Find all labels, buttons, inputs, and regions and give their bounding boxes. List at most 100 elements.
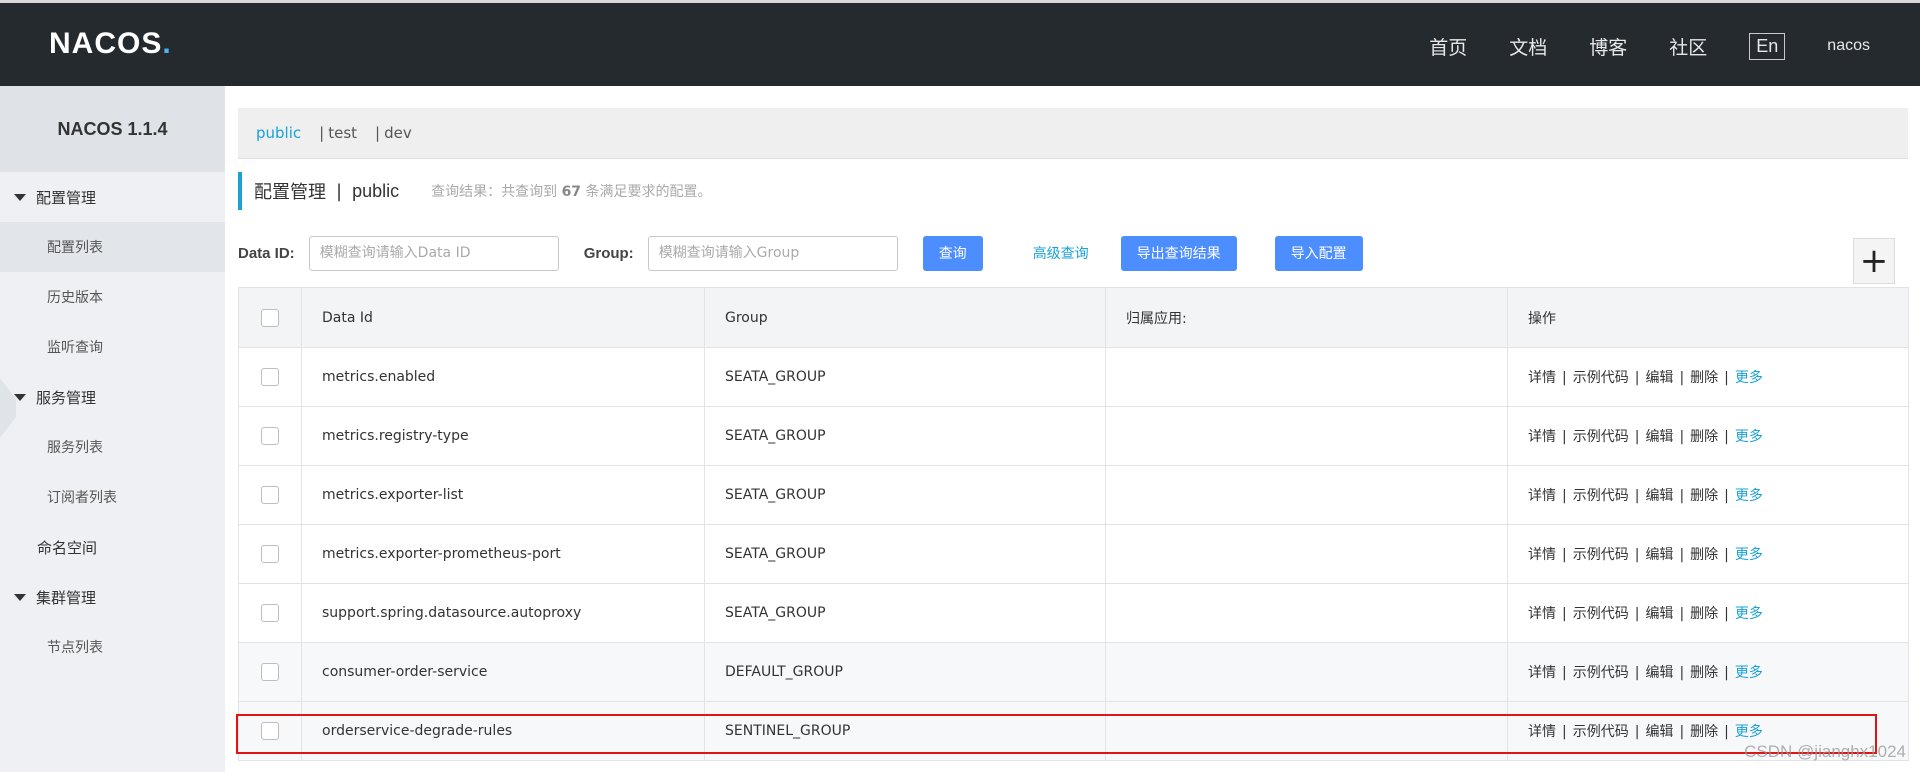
op-delete-link[interactable]: 删除 bbox=[1690, 488, 1718, 504]
row-checkbox[interactable] bbox=[261, 604, 279, 622]
sidebar-title: NACOS 1.1.4 bbox=[0, 86, 225, 172]
nav-home[interactable]: 首页 bbox=[1429, 33, 1467, 60]
group-input[interactable] bbox=[647, 235, 898, 271]
op-more-link[interactable]: 更多 bbox=[1735, 665, 1763, 681]
op-delete-link[interactable]: 删除 bbox=[1690, 370, 1718, 386]
row-checkbox[interactable] bbox=[261, 486, 279, 504]
op-delete-link[interactable]: 删除 bbox=[1690, 724, 1718, 740]
sidebar-group-config[interactable]: 配置管理 bbox=[0, 172, 225, 222]
op-more-link[interactable]: 更多 bbox=[1735, 547, 1763, 563]
cell-actions: 详情 | 示例代码 | 编辑 | 删除 | 更多 bbox=[1507, 642, 1909, 702]
op-detail-link[interactable]: 详情 bbox=[1528, 429, 1556, 445]
namespace-test[interactable]: test bbox=[328, 124, 357, 142]
op-more-link[interactable]: 更多 bbox=[1735, 606, 1763, 622]
op-sample-code-link[interactable]: 示例代码 bbox=[1573, 429, 1629, 445]
header-group: Group bbox=[704, 287, 1106, 348]
advanced-query-link[interactable]: 高级查询 bbox=[1033, 243, 1089, 263]
row-checkbox[interactable] bbox=[261, 427, 279, 445]
op-separator: | bbox=[1679, 606, 1685, 622]
op-edit-link[interactable]: 编辑 bbox=[1645, 488, 1673, 504]
sidebar-item-config-list[interactable]: 配置列表 bbox=[0, 222, 225, 272]
op-detail-link[interactable]: 详情 bbox=[1528, 665, 1556, 681]
op-separator: | bbox=[1562, 429, 1567, 445]
namespace-public[interactable]: public bbox=[256, 124, 301, 142]
dataid-input[interactable] bbox=[308, 235, 559, 271]
nav-community[interactable]: 社区 bbox=[1669, 33, 1707, 60]
cell-app bbox=[1105, 583, 1508, 643]
sidebar-item-history[interactable]: 历史版本 bbox=[0, 272, 225, 322]
cell-app bbox=[1105, 701, 1508, 761]
nav-docs[interactable]: 文档 bbox=[1509, 33, 1547, 60]
op-separator: | bbox=[1634, 488, 1640, 504]
sidebar-group-label: 服务管理 bbox=[36, 388, 97, 407]
op-delete-link[interactable]: 删除 bbox=[1690, 665, 1718, 681]
sidebar-item-namespace[interactable]: 命名空间 bbox=[0, 522, 225, 572]
row-checkbox-cell bbox=[238, 406, 302, 466]
op-separator: | bbox=[1634, 429, 1640, 445]
op-sample-code-link[interactable]: 示例代码 bbox=[1573, 488, 1629, 504]
header-actions: 操作 bbox=[1507, 287, 1909, 348]
op-detail-link[interactable]: 详情 bbox=[1528, 488, 1556, 504]
op-delete-link[interactable]: 删除 bbox=[1690, 429, 1718, 445]
cell-group: SEATA_GROUP bbox=[704, 583, 1106, 643]
namespace-bar: public | test | dev bbox=[238, 108, 1908, 159]
op-sample-code-link[interactable]: 示例代码 bbox=[1573, 547, 1629, 563]
op-more-link[interactable]: 更多 bbox=[1735, 370, 1763, 386]
cell-data-id: metrics.registry-type bbox=[301, 406, 705, 466]
add-config-button[interactable]: + bbox=[1853, 238, 1895, 284]
row-checkbox[interactable] bbox=[261, 368, 279, 386]
op-edit-link[interactable]: 编辑 bbox=[1645, 606, 1673, 622]
sidebar-item-listener-query[interactable]: 监听查询 bbox=[0, 322, 225, 372]
op-sample-code-link[interactable]: 示例代码 bbox=[1573, 724, 1629, 740]
query-button[interactable]: 查询 bbox=[922, 235, 983, 271]
cell-group: DEFAULT_GROUP bbox=[704, 642, 1106, 702]
row-checkbox[interactable] bbox=[261, 545, 279, 563]
op-edit-link[interactable]: 编辑 bbox=[1645, 429, 1673, 445]
caret-down-icon bbox=[14, 193, 26, 201]
select-all-cell bbox=[238, 287, 302, 348]
sidebar-group-service[interactable]: 服务管理 bbox=[0, 372, 225, 422]
export-button[interactable]: 导出查询结果 bbox=[1120, 235, 1237, 271]
op-detail-link[interactable]: 详情 bbox=[1528, 547, 1556, 563]
op-delete-link[interactable]: 删除 bbox=[1690, 606, 1718, 622]
sidebar-item-subscribers[interactable]: 订阅者列表 bbox=[0, 472, 225, 522]
nav-blog[interactable]: 博客 bbox=[1589, 33, 1627, 60]
logo-dot: . bbox=[162, 27, 172, 60]
op-sample-code-link[interactable]: 示例代码 bbox=[1573, 606, 1629, 622]
op-more-link[interactable]: 更多 bbox=[1735, 488, 1763, 504]
row-checkbox[interactable] bbox=[261, 663, 279, 681]
op-edit-link[interactable]: 编辑 bbox=[1645, 370, 1673, 386]
op-more-link[interactable]: 更多 bbox=[1735, 724, 1763, 740]
user-name[interactable]: nacos bbox=[1827, 37, 1870, 55]
op-separator: | bbox=[1724, 665, 1729, 681]
import-button[interactable]: 导入配置 bbox=[1274, 235, 1363, 271]
op-separator: | bbox=[1679, 429, 1685, 445]
op-more-link[interactable]: 更多 bbox=[1735, 429, 1763, 445]
row-checkbox[interactable] bbox=[261, 722, 279, 740]
language-toggle[interactable]: En bbox=[1749, 32, 1786, 60]
op-sample-code-link[interactable]: 示例代码 bbox=[1573, 665, 1629, 681]
config-table: Data Id Group 归属应用: 操作 metrics.enabled SE… bbox=[238, 287, 1909, 761]
caret-down-icon bbox=[14, 593, 26, 601]
op-detail-link[interactable]: 详情 bbox=[1528, 724, 1556, 740]
op-delete-link[interactable]: 删除 bbox=[1690, 547, 1718, 563]
nacos-logo[interactable]: NACOS. bbox=[49, 27, 172, 61]
op-edit-link[interactable]: 编辑 bbox=[1645, 547, 1673, 563]
sidebar-item-nodes[interactable]: 节点列表 bbox=[0, 622, 225, 672]
op-edit-link[interactable]: 编辑 bbox=[1645, 665, 1673, 681]
op-sample-code-link[interactable]: 示例代码 bbox=[1573, 370, 1629, 386]
op-separator: | bbox=[1724, 547, 1729, 563]
op-edit-link[interactable]: 编辑 bbox=[1645, 724, 1673, 740]
op-detail-link[interactable]: 详情 bbox=[1528, 606, 1556, 622]
cell-data-id: metrics.exporter-prometheus-port bbox=[301, 524, 705, 584]
table-row: support.spring.datasource.autoproxy SEATA… bbox=[238, 583, 1909, 643]
namespace-dev[interactable]: dev bbox=[384, 124, 412, 142]
sidebar-item-service-list[interactable]: 服务列表 bbox=[0, 422, 225, 472]
sidebar-group-cluster[interactable]: 集群管理 bbox=[0, 572, 225, 622]
select-all-checkbox[interactable] bbox=[261, 308, 279, 327]
op-detail-link[interactable]: 详情 bbox=[1528, 370, 1556, 386]
cell-group: SEATA_GROUP bbox=[704, 406, 1106, 466]
dataid-label: Data ID: bbox=[238, 244, 295, 262]
cell-data-id: metrics.enabled bbox=[301, 347, 705, 407]
sidebar-group-label: 配置管理 bbox=[36, 188, 97, 207]
